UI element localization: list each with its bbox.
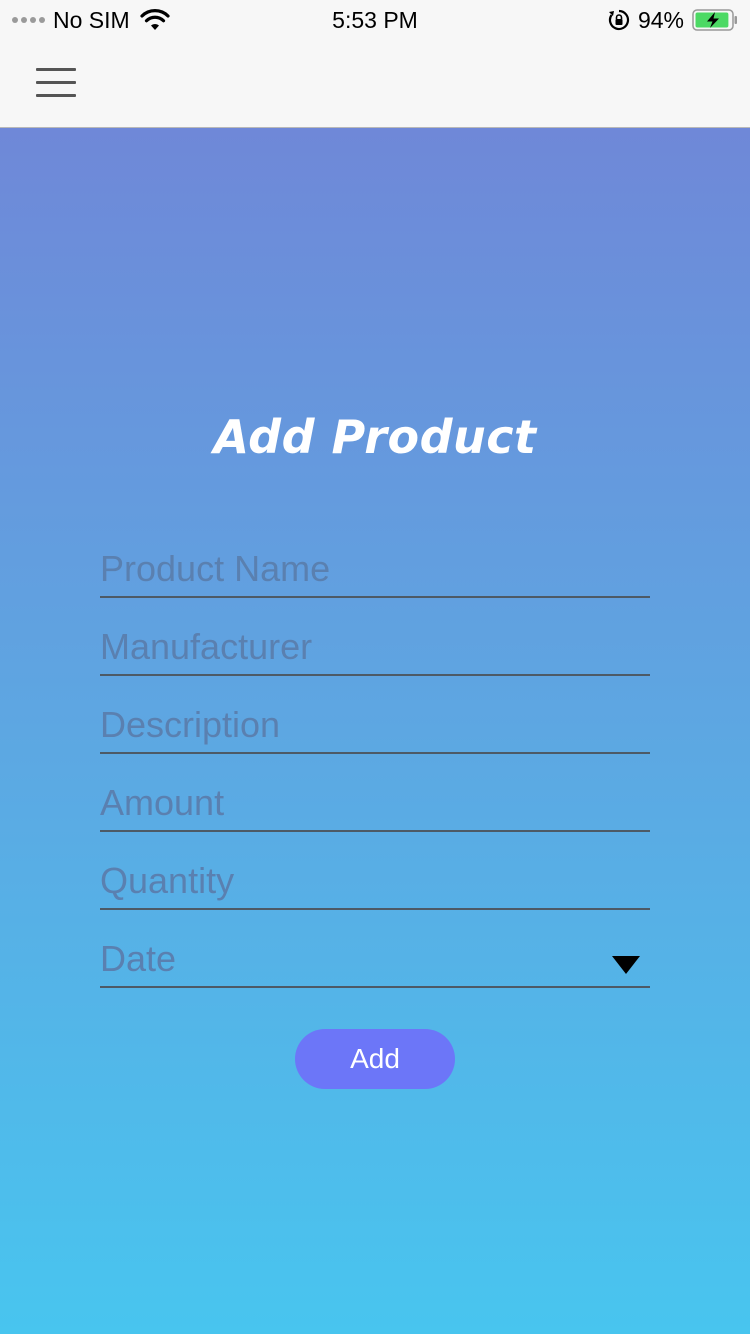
manufacturer-input[interactable]: [100, 622, 650, 672]
add-product-screen: Add Product Add: [0, 128, 750, 1334]
amount-input[interactable]: [100, 778, 650, 828]
quantity-input[interactable]: [100, 856, 650, 906]
date-input[interactable]: [100, 934, 650, 984]
battery-charging-icon: [692, 9, 737, 31]
navigation-bar: [0, 40, 750, 128]
status-right: 94%: [608, 6, 738, 34]
amount-field: [100, 774, 650, 832]
dropdown-arrow-icon[interactable]: [612, 956, 640, 974]
manufacturer-field: [100, 618, 650, 676]
page-title: Add Product: [213, 410, 537, 464]
status-bar: No SIM 5:53 PM 94%: [0, 0, 750, 40]
product-name-field: [100, 540, 650, 598]
orientation-lock-icon: [608, 9, 630, 31]
description-field: [100, 696, 650, 754]
date-field: [100, 930, 650, 988]
product-name-input[interactable]: [100, 544, 650, 594]
battery-percentage: 94%: [637, 6, 684, 33]
add-button[interactable]: Add: [295, 1029, 455, 1089]
description-input[interactable]: [100, 700, 650, 750]
hamburger-menu-icon[interactable]: [36, 68, 76, 98]
quantity-field: [100, 852, 650, 910]
